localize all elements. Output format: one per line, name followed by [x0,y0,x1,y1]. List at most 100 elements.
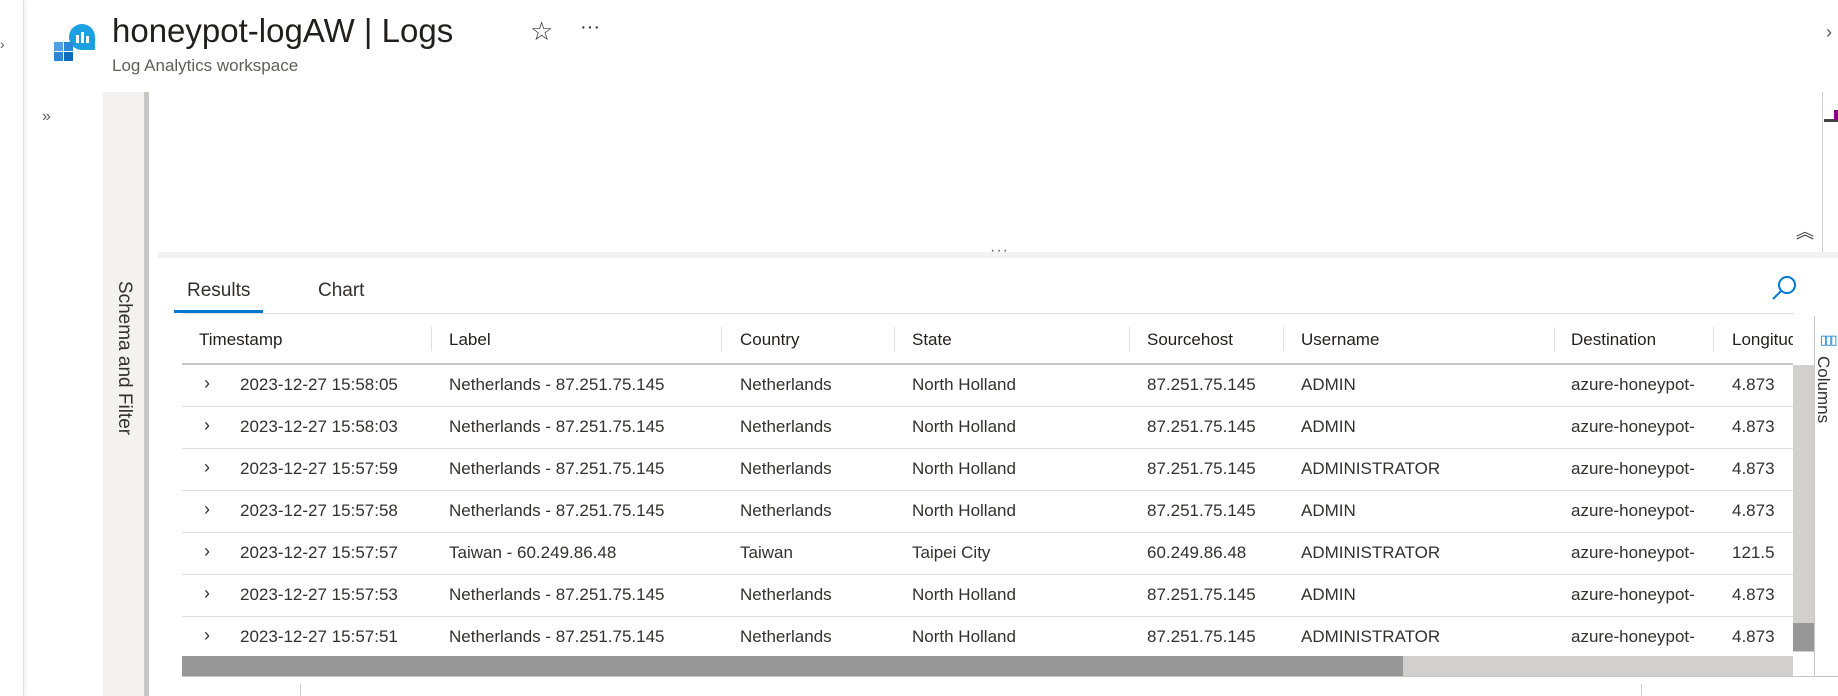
cell-username: ADMIN [1301,375,1356,394]
column-header-label[interactable]: Label [449,330,491,350]
cell-longitude: 4.873 [1732,501,1775,520]
columns-icon: ▯▯▯ [1820,332,1838,347]
vertical-scrollbar[interactable] [1793,365,1814,652]
divider [182,676,1838,677]
cell-sourcehost: 87.251.75.145 [1147,585,1256,604]
cell-label: Netherlands - 87.251.75.145 [449,585,665,604]
cell-timestamp: 2023-12-27 15:57:59 [240,459,398,478]
ellipsis-icon[interactable]: ··· [580,16,600,39]
expand-row-chevron-icon[interactable]: › [204,373,210,394]
log-analytics-logo-icon [54,24,95,61]
column-resizer[interactable] [721,327,722,351]
cell-timestamp: 2023-12-27 15:57:53 [240,585,398,604]
cell-timestamp: 2023-12-27 15:57:51 [240,627,398,646]
cell-country: Netherlands [740,417,832,436]
tab-results[interactable]: Results [174,280,264,313]
column-header-username[interactable]: Username [1301,330,1379,350]
cell-country: Netherlands [740,501,832,520]
column-resizer[interactable] [1713,327,1714,351]
marker [1834,110,1838,120]
expand-row-chevron-icon[interactable]: › [204,625,210,646]
cell-longitude: 121.5 [1732,543,1775,562]
cell-destination: azure-honeypot- [1571,501,1695,520]
cell-sourcehost: 60.249.86.48 [1147,543,1247,562]
column-resizer[interactable] [1129,327,1130,351]
column-header-destination[interactable]: Destination [1571,330,1656,350]
expand-row-chevron-icon[interactable]: › [204,415,210,436]
table-row[interactable]: › 2023-12-27 15:57:59 Netherlands - 87.251… [182,449,1793,491]
cell-longitude: 4.873 [1732,627,1775,646]
query-editor[interactable] [158,92,1822,252]
divider [1822,92,1823,252]
column-resizer[interactable] [1554,327,1555,351]
expand-row-chevron-icon[interactable]: › [204,457,210,478]
cell-timestamp: 2023-12-27 15:57:58 [240,501,398,520]
cell-timestamp: 2023-12-27 15:58:05 [240,375,398,394]
cell-label: Netherlands - 87.251.75.145 [449,459,665,478]
cell-country: Netherlands [740,375,832,394]
column-resizer[interactable] [1283,327,1284,351]
table-row[interactable]: › 2023-12-27 15:58:05 Netherlands - 87.251… [182,365,1793,407]
tab-chart[interactable]: Chart [318,280,364,302]
divider [1641,684,1642,696]
double-chevron-up-icon[interactable]: ︽ [1796,218,1814,244]
cell-state: North Holland [912,501,1016,520]
cell-label: Netherlands - 87.251.75.145 [449,417,665,436]
search-icon[interactable] [1770,274,1798,302]
table-row[interactable]: › 2023-12-27 15:57:58 Netherlands - 87.251… [182,491,1793,533]
cell-username: ADMINISTRATOR [1301,543,1441,562]
horizontal-scrollbar-thumb[interactable] [182,656,1403,676]
expand-row-chevron-icon[interactable]: › [204,499,210,520]
chevron-right-icon[interactable]: › [0,36,5,52]
cell-state: North Holland [912,375,1016,394]
splitter-handle-icon[interactable]: ··· [990,242,1009,260]
cell-username: ADMIN [1301,417,1356,436]
cell-longitude: 4.873 [1732,417,1775,436]
expand-row-chevron-icon[interactable]: › [204,583,210,604]
columns-label[interactable]: Columns [1813,356,1833,423]
column-header-timestamp[interactable]: Timestamp [199,330,282,350]
cell-username: ADMIN [1301,585,1356,604]
column-header-country[interactable]: Country [740,330,800,350]
cell-country: Netherlands [740,459,832,478]
cell-longitude: 4.873 [1732,459,1775,478]
cell-longitude: 4.873 [1732,585,1775,604]
table-row[interactable]: › 2023-12-27 15:57:57 Taiwan - 60.249.86.4… [182,533,1793,575]
table-row[interactable]: › 2023-12-27 15:58:03 Netherlands - 87.251… [182,407,1793,449]
cell-username: ADMINISTRATOR [1301,459,1441,478]
cell-destination: azure-honeypot- [1571,417,1695,436]
double-chevron-right-icon[interactable]: » [42,108,51,126]
column-header-longitude[interactable]: Longitude [1732,330,1793,350]
star-icon[interactable]: ☆ [530,16,553,47]
table-row[interactable]: › 2023-12-27 15:57:51 Netherlands - 87.251… [182,617,1793,659]
cell-sourcehost: 87.251.75.145 [1147,627,1256,646]
cell-country: Taiwan [740,543,793,562]
cell-state: North Holland [912,585,1016,604]
results-tabs: Results Chart [174,270,1794,314]
cell-state: Taipei City [912,543,991,562]
schema-and-filter-panel[interactable]: Schema and Filter [103,92,149,696]
cell-destination: azure-honeypot- [1571,459,1695,478]
cell-sourcehost: 87.251.75.145 [1147,417,1256,436]
column-header-sourcehost[interactable]: Sourcehost [1147,330,1233,350]
expand-row-chevron-icon[interactable]: › [204,541,210,562]
close-icon[interactable]: › [1826,22,1832,43]
schema-panel-label[interactable]: Schema and Filter [113,281,135,435]
cell-longitude: 4.873 [1732,375,1775,394]
columns-panel-toggle[interactable]: ▯▯▯ Columns [1814,316,1838,676]
cell-country: Netherlands [740,627,832,646]
column-resizer[interactable] [894,327,895,351]
cell-label: Netherlands - 87.251.75.145 [449,375,665,394]
cell-timestamp: 2023-12-27 15:58:03 [240,417,398,436]
cell-state: North Holland [912,627,1016,646]
vertical-scrollbar-thumb[interactable] [1793,623,1814,651]
divider [300,684,301,696]
page-title: honeypot-logAW | Logs [112,12,454,49]
table-row[interactable]: › 2023-12-27 15:57:53 Netherlands - 87.251… [182,575,1793,617]
column-resizer[interactable] [431,327,432,351]
cell-username: ADMIN [1301,501,1356,520]
cell-state: North Holland [912,417,1016,436]
cell-destination: azure-honeypot- [1571,375,1695,394]
column-header-state[interactable]: State [912,330,952,350]
cell-username: ADMINISTRATOR [1301,627,1441,646]
